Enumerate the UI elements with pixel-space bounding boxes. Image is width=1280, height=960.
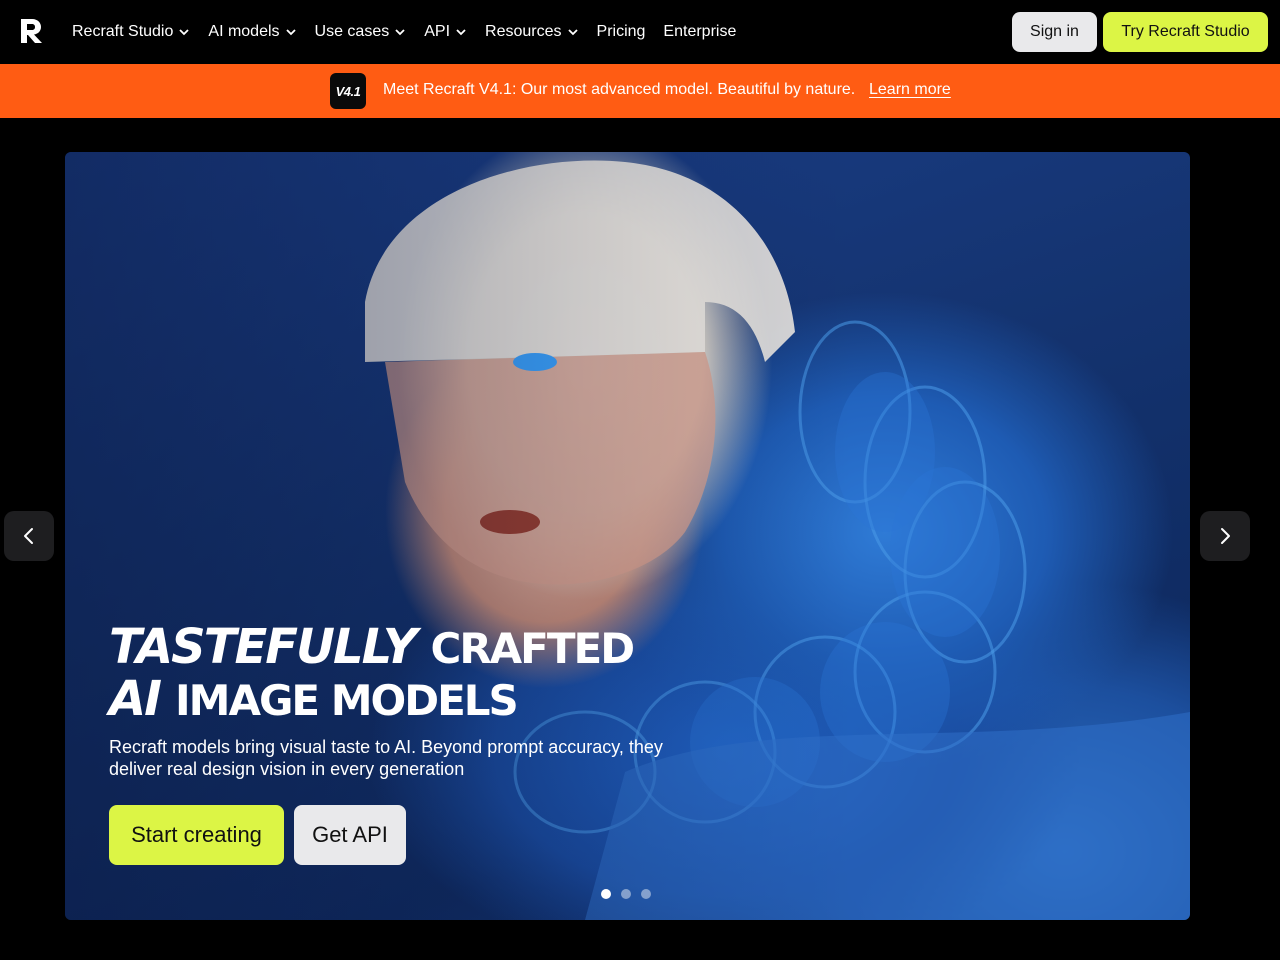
- try-recraft-studio-button[interactable]: Try Recraft Studio: [1103, 12, 1268, 52]
- nav-item-resources[interactable]: Resources: [485, 23, 578, 41]
- carousel-dot-3[interactable]: [641, 889, 651, 899]
- nav-item-enterprise[interactable]: Enterprise: [663, 23, 736, 41]
- hero-title-line2-rest: IMAGE MODELS: [175, 676, 519, 725]
- nav-item-label: AI models: [208, 23, 280, 40]
- nav-item-recraft-studio[interactable]: Recraft Studio: [72, 23, 190, 41]
- chevron-down-icon: [456, 29, 466, 36]
- nav-item-api[interactable]: API: [424, 23, 467, 41]
- nav-item-label: API: [424, 23, 451, 40]
- top-navigation: Recraft Studio AI models Use cases API R…: [0, 0, 1280, 64]
- nav-item-label: Pricing: [596, 23, 646, 40]
- nav-item-use-cases[interactable]: Use cases: [315, 23, 407, 41]
- chevron-down-icon: [179, 29, 190, 36]
- carousel-dot-1[interactable]: [601, 889, 611, 899]
- announcement-text: Meet Recraft V4.1: Our most advanced mod…: [383, 81, 856, 98]
- hero-subtitle: Recraft models bring visual taste to AI.…: [109, 737, 663, 779]
- primary-nav: Recraft Studio AI models Use cases API R…: [72, 0, 754, 64]
- chevron-left-icon: [24, 528, 33, 544]
- nav-item-ai-models[interactable]: AI models: [208, 23, 296, 41]
- nav-item-label: Resources: [485, 23, 562, 40]
- hero-title-line2-italic: AI: [109, 671, 162, 727]
- chevron-down-icon: [567, 29, 578, 36]
- nav-item-label: Use cases: [314, 23, 390, 40]
- nav-item-label: Enterprise: [663, 23, 737, 40]
- sign-in-button[interactable]: Sign in: [1012, 12, 1097, 52]
- get-api-button[interactable]: Get API: [294, 805, 406, 865]
- chevron-right-icon: [1221, 528, 1230, 544]
- chevron-down-icon: [285, 29, 296, 36]
- hero-title-line1-rest: CRAFTED: [430, 624, 636, 673]
- nav-item-label: Recraft Studio: [72, 23, 174, 40]
- version-badge: V4.1: [330, 73, 366, 109]
- hero-banner: TASTEFULLY CRAFTED AI IMAGE MODELS Recra…: [65, 152, 1190, 920]
- start-creating-button[interactable]: Start creating: [109, 805, 284, 865]
- recraft-logo-icon[interactable]: [18, 17, 46, 45]
- hero-title: TASTEFULLY CRAFTED AI IMAGE MODELS: [109, 619, 636, 727]
- announcement-bar: V4.1 Meet Recraft V4.1: Our most advance…: [0, 64, 1280, 118]
- carousel-pagination: [601, 889, 651, 899]
- carousel-prev-button[interactable]: [4, 511, 54, 561]
- chevron-down-icon: [395, 29, 405, 36]
- nav-item-pricing[interactable]: Pricing: [597, 23, 646, 41]
- carousel-dot-2[interactable]: [621, 889, 631, 899]
- carousel-next-button[interactable]: [1200, 511, 1250, 561]
- hero-title-line1-italic: TASTEFULLY: [109, 619, 417, 675]
- learn-more-link[interactable]: Learn more: [869, 81, 951, 99]
